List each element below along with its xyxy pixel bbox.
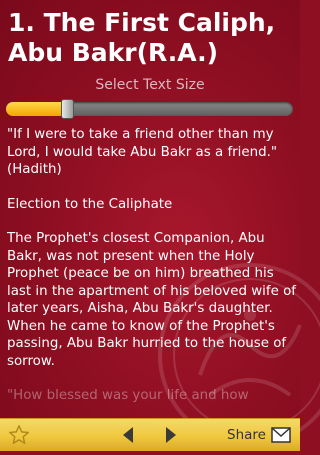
article-content[interactable]: "If I were to take a friend other than m… (7, 126, 297, 416)
text-size-slider[interactable] (6, 99, 293, 119)
envelope-icon[interactable] (271, 427, 291, 443)
quote-paragraph: "If I were to take a friend other than m… (7, 127, 278, 177)
arrow-left-icon[interactable] (121, 426, 135, 444)
star-icon[interactable] (8, 424, 30, 446)
body-paragraph: The Prophet's closest Companion, Abu Bak… (7, 231, 297, 369)
share-button[interactable]: Share (227, 427, 266, 443)
section-heading: Election to the Caliphate (7, 196, 173, 212)
text-size-label: Select Text Size (95, 77, 205, 93)
arrow-right-icon[interactable] (164, 426, 178, 444)
page-title: 1. The First Caliph, Abu Bakr(R.A.) (8, 8, 276, 67)
bottom-toolbar: Share (0, 418, 300, 451)
body-paragraph-partial: "How blessed was your life and how (7, 388, 249, 403)
slider-fill (6, 102, 67, 116)
slider-thumb[interactable] (61, 99, 74, 119)
